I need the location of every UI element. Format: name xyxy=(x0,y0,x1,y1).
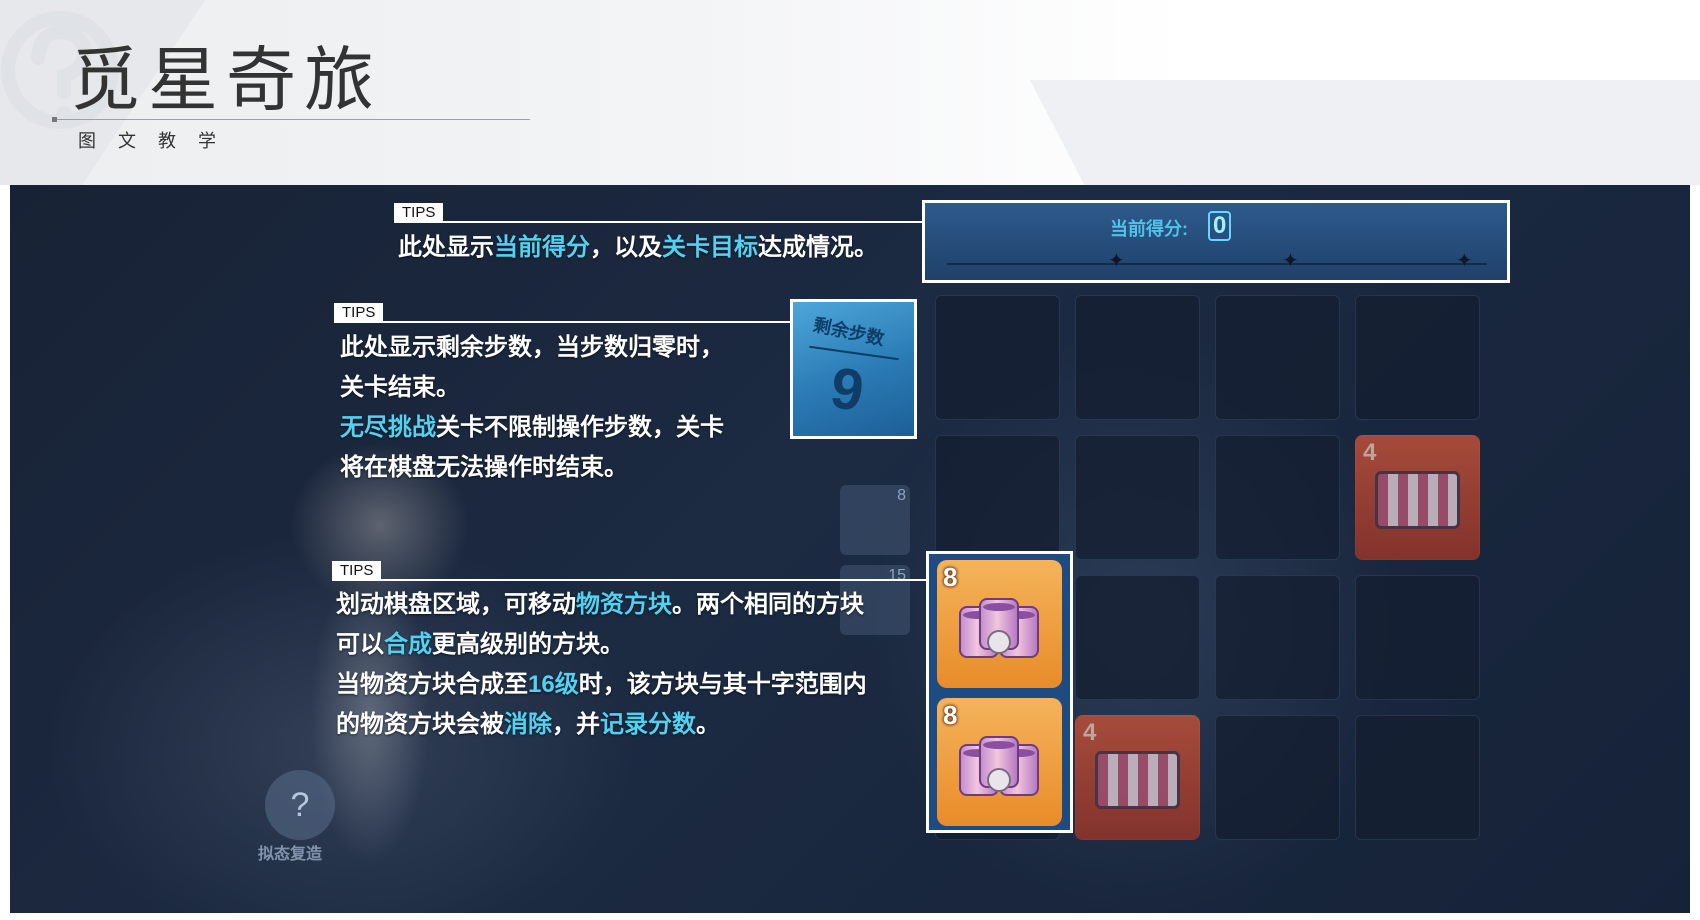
tip-connector-line xyxy=(394,221,922,223)
tip-highlight-text: 物资方块 xyxy=(576,591,672,618)
steps-value: 9 xyxy=(826,355,868,424)
tip-highlight-text: 16级 xyxy=(528,671,579,698)
supply-tile[interactable]: 8 xyxy=(937,698,1062,826)
tip-plain-text: 当物资方块合成至 xyxy=(336,671,528,698)
tip-plain-text: 时，该方块与其十字范围内 xyxy=(578,671,867,698)
question-card-icon: ? xyxy=(290,786,310,824)
header-shard-decoration xyxy=(1030,80,1700,185)
tip-plain-text: 达成情况。 xyxy=(758,234,878,261)
coin-icon xyxy=(987,630,1011,654)
goal-star-icon: ✦ xyxy=(1108,250,1125,272)
goal-star-icon: ✦ xyxy=(1282,250,1299,272)
tip-plain-text: 更高级别的方块。 xyxy=(432,631,624,658)
supply-chest-icon xyxy=(1375,471,1460,529)
tip-plain-text: ，以及 xyxy=(590,234,662,261)
tile-level: 4 xyxy=(1363,439,1377,466)
tip-line-text: 的物资方块会被消除，并记录分数。 xyxy=(336,705,867,745)
tip-highlight-text: 当前得分 xyxy=(494,234,590,261)
board-cell[interactable] xyxy=(935,435,1060,560)
tip-tag: TIPS xyxy=(334,303,384,323)
page-subtitle: 图文教学 xyxy=(78,131,238,151)
coin-icon xyxy=(987,768,1011,792)
skill-button[interactable]: ? xyxy=(265,770,335,840)
tip-plain-text: 可以 xyxy=(336,631,384,658)
goal-progress-bar xyxy=(947,263,1487,265)
tip-plain-text: 关卡不限制操作步数，关卡 xyxy=(436,414,724,441)
steps-label: 剩余步数 xyxy=(811,314,887,350)
tile-level: 8 xyxy=(943,562,958,592)
tip-highlight-text: 消除 xyxy=(504,711,552,738)
supply-tile[interactable]: 8 xyxy=(937,560,1062,688)
steps-remaining-card: 剩余步数 9 xyxy=(790,299,917,439)
tip-tag: TIPS xyxy=(394,203,444,223)
tile-level: 4 xyxy=(1083,719,1097,746)
board-tile[interactable]: 4 xyxy=(1075,715,1200,840)
tip-line-text: 此处显示剩余步数，当步数归零时， xyxy=(340,328,724,368)
tip-plain-text: ，并 xyxy=(552,711,600,738)
tip-line-text: 可以合成更高级别的方块。 xyxy=(336,625,867,665)
tip-line-text: 将在棋盘无法操作时结束。 xyxy=(340,448,724,488)
tip-connector-line xyxy=(332,579,926,581)
tip-highlight-text: 关卡目标 xyxy=(662,234,758,261)
tip-text: 此处显示剩余步数，当步数归零时， 关卡结束。无尽挑战关卡不限制操作步数，关卡将在棋… xyxy=(340,328,724,488)
tip-plain-text: 的物资方块会被 xyxy=(336,711,504,738)
score-panel: 当前得分: 0 ✦ ✦ ✦ xyxy=(922,200,1510,283)
tip-plain-text: 。两个相同的方块 xyxy=(672,591,864,618)
tip-tag: TIPS xyxy=(332,561,382,581)
tip-line-text: 划动棋盘区域，可移动物资方块。两个相同的方块 xyxy=(336,585,867,625)
tip-line-text: 无尽挑战关卡不限制操作步数，关卡 xyxy=(340,408,724,448)
board-cell[interactable] xyxy=(935,295,1060,420)
board-cell[interactable] xyxy=(1075,575,1200,700)
tip-highlight-text: 记录分数 xyxy=(600,711,696,738)
tile-level: 8 xyxy=(943,700,958,730)
board-cell[interactable] xyxy=(1355,295,1480,420)
tip-line-text: 此处显示当前得分，以及关卡目标达成情况。 xyxy=(398,228,878,268)
tip-text: 划动棋盘区域，可移动物资方块。两个相同的方块 可以合成更高级别的方块。 当物资方块合… xyxy=(336,585,867,745)
goal-star-icon: ✦ xyxy=(1456,250,1473,272)
board-cell[interactable] xyxy=(1215,575,1340,700)
skill-label: 拟态复造 xyxy=(258,846,323,863)
supply-tile-stack: 8 8 xyxy=(926,551,1073,833)
title-underline xyxy=(52,119,530,120)
side-slot-rock: 8 xyxy=(840,485,910,555)
side-slot-count: 8 xyxy=(897,487,906,504)
page-title: 觅星奇旅 xyxy=(70,39,382,121)
board-cell[interactable] xyxy=(1215,435,1340,560)
board-tile[interactable]: 4 xyxy=(1355,435,1480,560)
tip-plain-text: 此处显示剩余步数，当步数归零时， xyxy=(340,334,724,361)
game-screenshot: 8 15 ? 拟态复造 4 4 xyxy=(10,185,1690,913)
tip-plain-text: 将在棋盘无法操作时结束。 xyxy=(340,454,628,481)
tip-line-text: 当物资方块合成至16级时，该方块与其十字范围内 xyxy=(336,665,867,705)
board-cell[interactable] xyxy=(1215,715,1340,840)
board-cell[interactable] xyxy=(1355,575,1480,700)
supply-chest-icon xyxy=(1095,751,1180,809)
tip-plain-text: 。 xyxy=(696,711,720,738)
tip-highlight-text: 合成 xyxy=(384,631,432,658)
score-label: 当前得分: xyxy=(1110,219,1188,239)
tip-text: 此处显示当前得分，以及关卡目标达成情况。 xyxy=(398,228,878,268)
tip-plain-text: 关卡结束。 xyxy=(340,374,460,401)
title-underline-dot xyxy=(52,117,57,122)
side-slot-count: 15 xyxy=(888,567,906,584)
tip-highlight-text: 无尽挑战 xyxy=(340,414,436,441)
board-cell[interactable] xyxy=(1075,435,1200,560)
tip-connector-line xyxy=(334,321,790,323)
board-cell[interactable] xyxy=(1075,295,1200,420)
score-value: 0 xyxy=(1208,211,1232,241)
tip-plain-text: 划动棋盘区域，可移动 xyxy=(336,591,576,618)
board-cell[interactable] xyxy=(1355,715,1480,840)
board-cell[interactable] xyxy=(1215,295,1340,420)
tip-plain-text: 此处显示 xyxy=(398,234,494,261)
tip-line-text: 关卡结束。 xyxy=(340,368,724,408)
